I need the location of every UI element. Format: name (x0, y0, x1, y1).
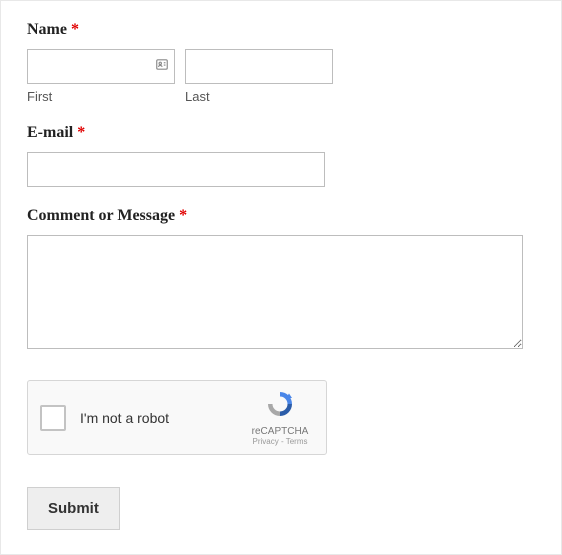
name-row: First Last (27, 49, 535, 104)
name-field-group: Name * First (27, 21, 535, 104)
recaptcha-label: I'm not a robot (80, 410, 246, 426)
email-label: E-mail * (27, 124, 535, 142)
recaptcha-logo-icon (265, 389, 295, 424)
first-name-wrap (27, 49, 175, 84)
submit-button[interactable]: Submit (27, 487, 120, 530)
comment-field-group: Comment or Message * (27, 207, 535, 354)
first-name-column: First (27, 49, 175, 104)
required-asterisk: * (71, 21, 79, 38)
recaptcha-links[interactable]: Privacy - Terms (253, 437, 308, 446)
contact-card-icon (155, 57, 169, 76)
recaptcha-checkbox[interactable] (40, 405, 66, 431)
required-asterisk: * (179, 207, 187, 224)
recaptcha-widget: I'm not a robot reCAPTCHA Privacy - Term… (27, 380, 327, 455)
email-label-text: E-mail (27, 124, 73, 141)
name-label: Name * (27, 21, 535, 39)
first-name-sublabel: First (27, 89, 175, 104)
recaptcha-brand-text: reCAPTCHA (252, 426, 309, 437)
email-field-group: E-mail * (27, 124, 535, 187)
comment-label: Comment or Message * (27, 207, 535, 225)
email-input[interactable] (27, 152, 325, 187)
last-name-input[interactable] (185, 49, 333, 84)
contact-form: Name * First (0, 0, 562, 555)
first-name-input[interactable] (27, 49, 175, 84)
comment-label-text: Comment or Message (27, 207, 175, 224)
name-label-text: Name (27, 21, 67, 38)
last-name-column: Last (185, 49, 333, 104)
recaptcha-branding: reCAPTCHA Privacy - Terms (246, 389, 314, 446)
last-name-sublabel: Last (185, 89, 333, 104)
comment-textarea[interactable] (27, 235, 523, 349)
required-asterisk: * (77, 124, 85, 141)
